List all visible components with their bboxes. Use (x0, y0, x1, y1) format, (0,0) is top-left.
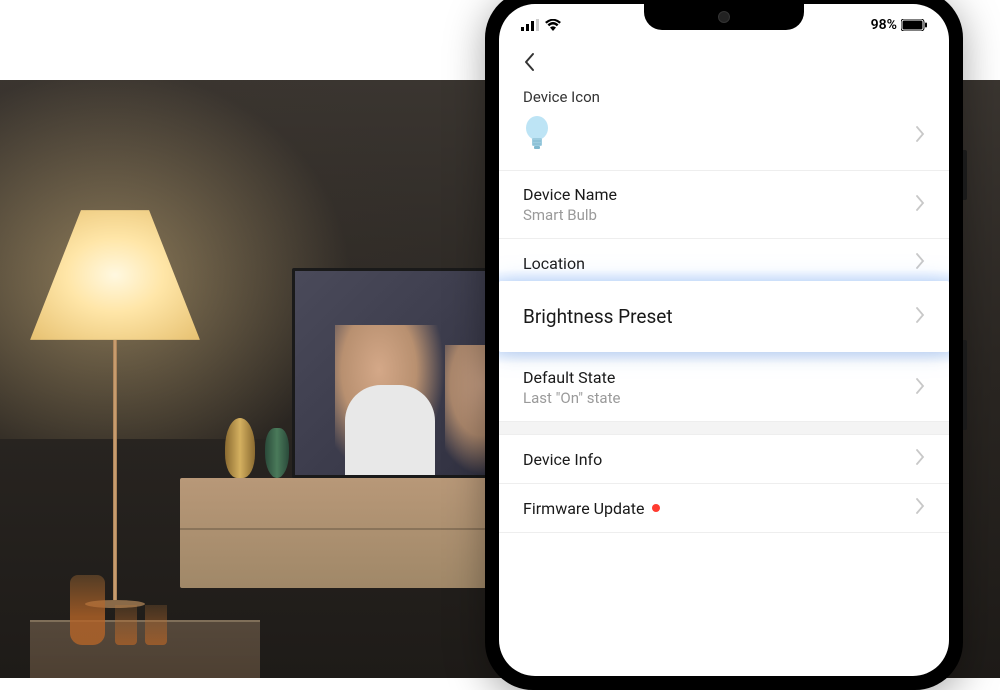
chevron-right-icon (916, 253, 925, 273)
back-button[interactable] (515, 48, 543, 76)
chevron-right-icon (916, 307, 925, 327)
signal-icon (521, 19, 539, 31)
phone-notch (644, 4, 804, 30)
row-firmware-update[interactable]: Firmware Update (499, 484, 949, 533)
chevron-right-icon (916, 449, 925, 469)
device-icon-label: Device Icon (499, 84, 949, 112)
firmware-update-label: Firmware Update (523, 499, 644, 518)
battery-percent: 98% (871, 17, 897, 33)
chevron-right-icon (916, 195, 925, 215)
chevron-left-icon (523, 52, 535, 72)
floor-lamp (30, 210, 200, 630)
phone-screen: 98% Device Icon (499, 4, 949, 676)
row-device-name[interactable]: Device Name Smart Bulb (499, 171, 949, 239)
row-device-icon[interactable] (499, 112, 949, 171)
chevron-right-icon (916, 126, 925, 146)
battery-icon (901, 19, 927, 31)
section-divider (499, 421, 949, 435)
row-location[interactable]: Location (499, 239, 949, 283)
brightness-preset-label: Brightness Preset (523, 305, 673, 328)
default-state-value: Last "On" state (523, 389, 916, 407)
chevron-right-icon (916, 498, 925, 518)
settings-list: Device Icon Device Name Smart Bulb (499, 84, 949, 676)
phone-frame: 98% Device Icon (485, 0, 963, 690)
nav-bar (499, 40, 949, 84)
default-state-label: Default State (523, 368, 916, 387)
device-info-label: Device Info (523, 450, 916, 469)
wifi-icon (545, 19, 561, 31)
device-name-value: Smart Bulb (523, 206, 916, 224)
chevron-right-icon (916, 378, 925, 398)
bulb-icon (523, 116, 551, 152)
row-brightness-preset[interactable]: Brightness Preset (499, 281, 949, 352)
row-default-state[interactable]: Default State Last "On" state (499, 350, 949, 421)
location-label: Location (523, 254, 916, 273)
update-indicator-dot (652, 504, 660, 512)
device-name-label: Device Name (523, 185, 916, 204)
row-device-info[interactable]: Device Info (499, 435, 949, 484)
